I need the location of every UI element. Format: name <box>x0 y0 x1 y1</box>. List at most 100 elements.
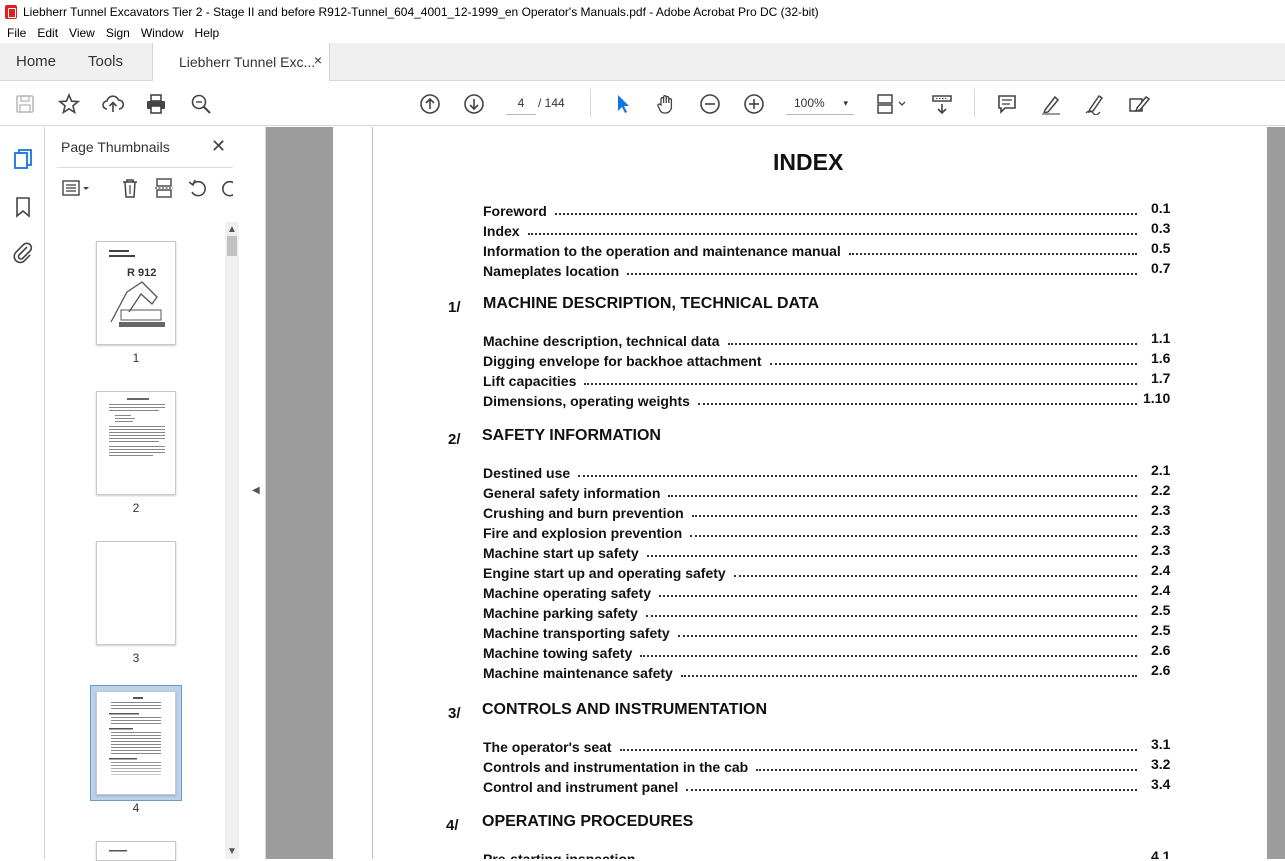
page-number-input[interactable]: 4 <box>506 91 536 115</box>
index-entry: Foreword 0.1 <box>483 200 1170 223</box>
panel-title: Page Thumbnails <box>61 139 170 155</box>
tab-home[interactable]: Home <box>16 53 56 70</box>
menu-sign[interactable]: Sign <box>106 26 130 40</box>
options-menu-icon[interactable] <box>61 177 93 201</box>
index-entry-page-number: 1.7 <box>1151 370 1171 386</box>
hand-tool-icon[interactable] <box>653 91 679 117</box>
page-thumbnail-1[interactable]: R 912 <box>96 241 176 345</box>
window-title: Liebherr Tunnel Excavators Tier 2 - Stag… <box>23 4 819 19</box>
page-total: / 144 <box>538 96 565 110</box>
section-heading: CONTROLS AND INSTRUMENTATION <box>482 701 768 718</box>
index-entry-label: General safety information <box>483 485 661 501</box>
index-entry-page-number: 0.7 <box>1151 260 1171 276</box>
index-entry-label: Engine start up and operating safety <box>483 565 726 581</box>
tab-document-label: Liebherr Tunnel Exc... <box>179 54 316 70</box>
menu-view[interactable]: View <box>69 26 95 40</box>
dot-leader <box>690 525 1137 537</box>
index-entry-page-number: 0.1 <box>1151 200 1171 216</box>
index-entry: Destined use 2.1 <box>483 462 1170 485</box>
delete-page-icon[interactable] <box>119 177 141 201</box>
index-entry-page-number: 3.2 <box>1151 756 1171 772</box>
zoom-search-icon[interactable] <box>188 91 214 117</box>
section-heading: OPERATING PROCEDURES <box>482 813 694 830</box>
index-entry-page-number: 1.1 <box>1151 330 1171 346</box>
page-thumbnails-panel: Page Thumbnails ✕ R 912 1 2 3 4 ▲ ▼ <box>45 127 244 861</box>
page-scan-edge <box>372 127 373 859</box>
index-entry: Machine operating safety 2.4 <box>483 582 1170 605</box>
svg-text:R 912: R 912 <box>127 267 156 279</box>
close-panel-icon[interactable]: ✕ <box>211 136 226 157</box>
index-entry-label: Control and instrument panel <box>483 779 679 795</box>
tab-tools[interactable]: Tools <box>88 53 123 70</box>
page-thumbnails-icon[interactable] <box>11 147 35 171</box>
menu-window[interactable]: Window <box>141 26 184 40</box>
zoom-out-icon[interactable] <box>697 91 723 117</box>
acrobat-icon <box>5 4 17 19</box>
fill-and-sign-icon[interactable] <box>1126 91 1152 117</box>
rotate-right-icon[interactable] <box>219 177 233 201</box>
save-icon[interactable] <box>12 91 38 117</box>
attachment-icon[interactable] <box>11 240 35 264</box>
toolbar: 4 / 144 100% ▾ <box>0 81 1285 126</box>
rotate-left-icon[interactable] <box>187 177 209 201</box>
section-heading: MACHINE DESCRIPTION, TECHNICAL DATA <box>483 295 819 312</box>
select-cursor-icon[interactable] <box>609 91 635 117</box>
close-tab-icon[interactable]: × <box>314 52 322 68</box>
index-entry: Control and instrument panel 3.4 <box>483 776 1170 799</box>
index-entry-page-number: 2.2 <box>1151 482 1171 498</box>
star-icon[interactable] <box>56 91 82 117</box>
menu-edit[interactable]: Edit <box>37 26 58 40</box>
toolbar-divider <box>590 89 591 117</box>
menu-help[interactable]: Help <box>195 26 220 40</box>
zoom-in-icon[interactable] <box>741 91 767 117</box>
next-page-icon[interactable] <box>461 91 487 117</box>
scrollbar-thumb[interactable] <box>227 236 237 256</box>
pdf-page: INDEX Foreword 0.1 Index 0.3 Information to … <box>333 127 1267 859</box>
comment-icon[interactable] <box>994 91 1020 117</box>
thumbnails-scrollbar[interactable]: ▲ ▼ <box>225 222 239 859</box>
index-entry-page-number: 2.3 <box>1151 502 1171 518</box>
page-fit-icon[interactable] <box>873 91 909 117</box>
extract-page-icon[interactable] <box>153 177 175 201</box>
index-entry: Controls and instrumentation in the cab 3… <box>483 756 1170 779</box>
left-navigation-rail <box>0 127 45 859</box>
dot-leader <box>686 779 1137 791</box>
index-entry: Machine start up safety 2.3 <box>483 542 1170 565</box>
index-entry-label: Digging envelope for backhoe attachment <box>483 353 762 369</box>
scroll-up-icon[interactable]: ▲ <box>227 224 237 235</box>
index-entry-label: Machine parking safety <box>483 605 638 621</box>
page-thumbnail-2[interactable] <box>96 391 176 495</box>
menu-file[interactable]: File <box>7 26 26 40</box>
dot-leader <box>578 465 1137 477</box>
chevron-down-icon: ▾ <box>843 98 848 108</box>
tab-document[interactable]: Liebherr Tunnel Exc... × <box>152 43 330 81</box>
index-entry-label: The operator's seat <box>483 739 612 755</box>
index-entry: Machine description, technical data 1.1 <box>483 330 1170 353</box>
index-entry-page-number: 2.6 <box>1151 662 1171 678</box>
index-entry: Dimensions, operating weights 1.10 <box>483 390 1170 413</box>
sign-pen-icon[interactable] <box>1082 91 1108 117</box>
upload-cloud-icon[interactable] <box>100 91 126 117</box>
scroll-mode-icon[interactable] <box>929 91 955 117</box>
bookmark-icon[interactable] <box>11 195 35 219</box>
print-icon[interactable] <box>143 91 169 117</box>
collapse-panel-icon[interactable]: ◀ <box>252 485 260 496</box>
index-entry-page-number: 2.3 <box>1151 542 1171 558</box>
menu-bar: File Edit View Sign Window Help <box>0 23 1285 43</box>
highlight-pen-icon[interactable] <box>1038 91 1064 117</box>
index-entry: Index 0.3 <box>483 220 1170 243</box>
divider <box>57 167 233 168</box>
panel-splitter[interactable]: ◀ <box>244 127 266 859</box>
index-entry-page-number: 2.3 <box>1151 522 1171 538</box>
document-title: INDEX <box>773 149 844 175</box>
scroll-down-icon[interactable]: ▼ <box>227 846 237 857</box>
dot-leader <box>528 223 1137 235</box>
zoom-level-dropdown[interactable]: 100% ▾ <box>786 91 854 115</box>
page-thumbnail-3[interactable] <box>96 541 176 645</box>
page-thumbnail-4[interactable] <box>96 691 176 795</box>
previous-page-icon[interactable] <box>417 91 443 117</box>
document-view[interactable]: INDEX Foreword 0.1 Index 0.3 Information to … <box>266 127 1285 859</box>
dot-leader <box>646 605 1137 617</box>
page-thumbnail-5[interactable] <box>96 841 176 861</box>
index-entry-page-number: 1.6 <box>1151 350 1171 366</box>
